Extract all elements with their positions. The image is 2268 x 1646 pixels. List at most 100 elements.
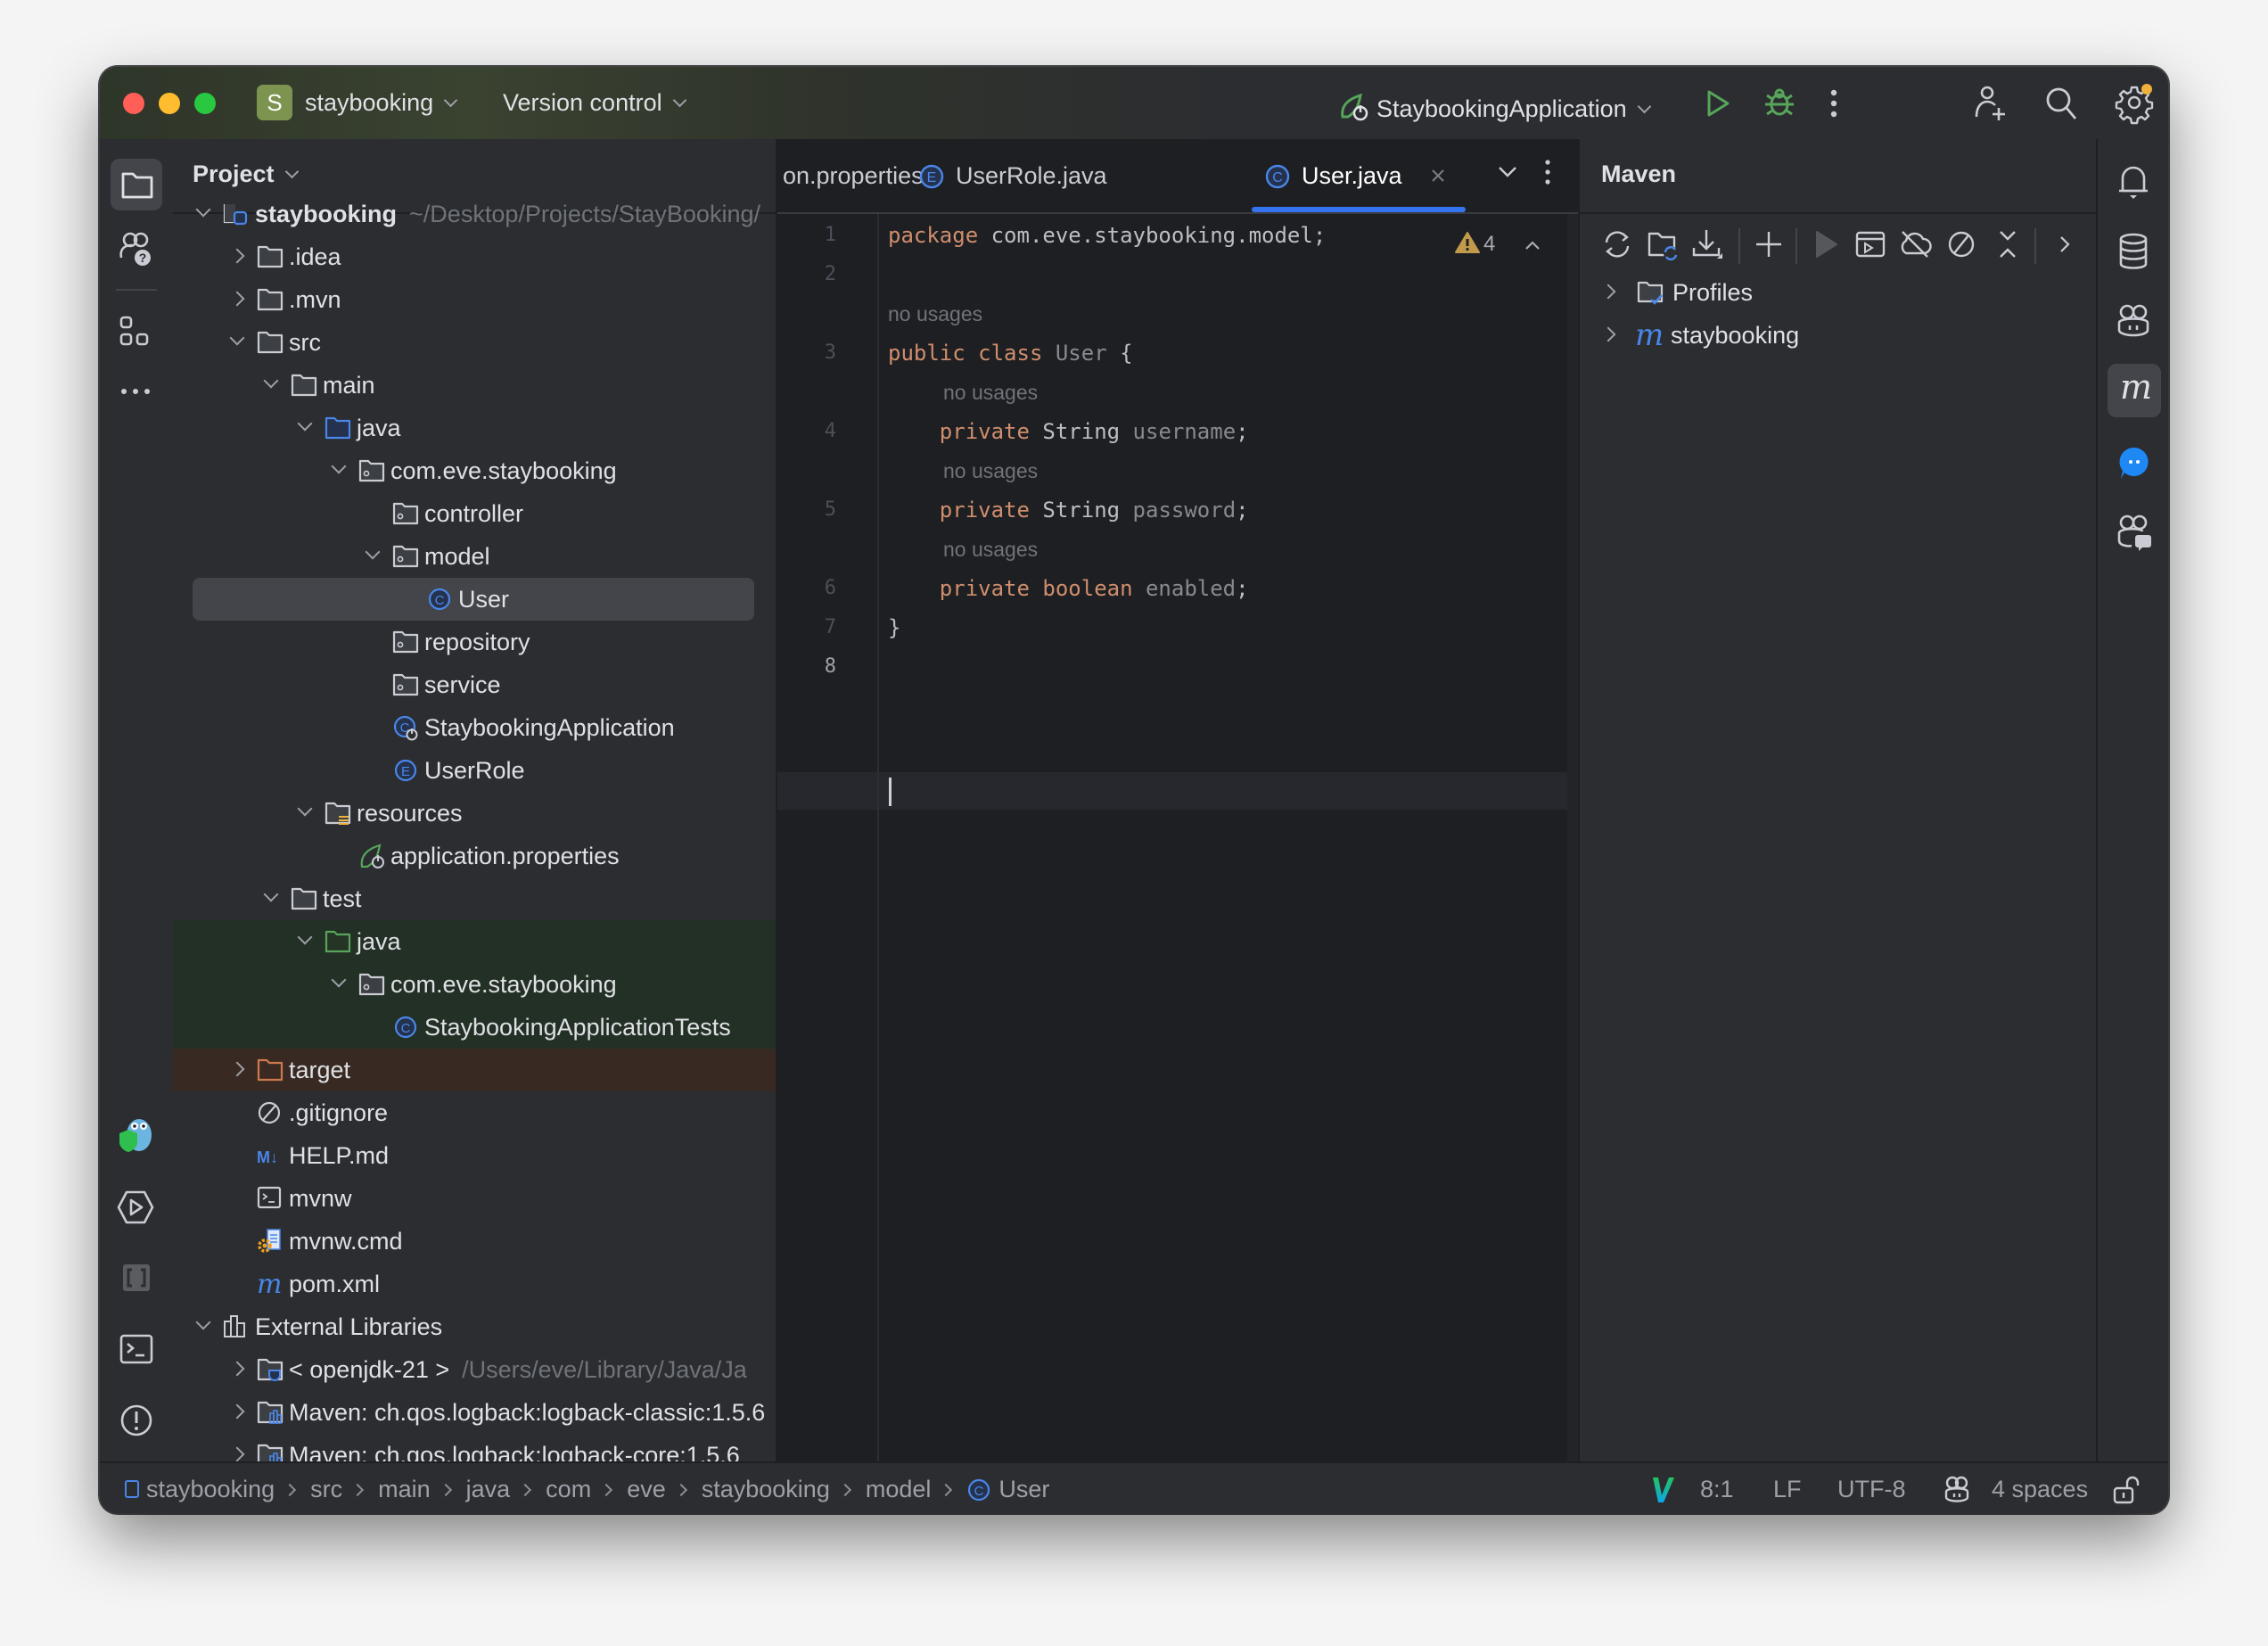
collapse-all-icon[interactable] (1990, 226, 2026, 262)
line-ending[interactable]: LF (1773, 1473, 1802, 1505)
database-icon[interactable] (2117, 232, 2149, 271)
tree-item[interactable]: com.eve.staybooking (173, 963, 776, 1006)
tree-item[interactable]: src (173, 321, 776, 364)
tree-item[interactable]: mvnw.cmd (173, 1220, 776, 1263)
tree-item[interactable]: Maven: ch.qos.logback:logback-core:1.5.6 (173, 1434, 776, 1461)
collapse-arrow-icon[interactable] (195, 1314, 211, 1330)
code-line[interactable]: package com.eve.staybooking.model; (888, 216, 1326, 255)
more-toolbar-chevron-icon[interactable] (2047, 226, 2083, 262)
collapse-arrow-icon[interactable] (263, 886, 279, 902)
tree-item[interactable]: mvnw (173, 1177, 776, 1220)
tree-item[interactable]: .gitignore (173, 1091, 776, 1134)
inspection-widget[interactable]: 4 (1455, 226, 1582, 262)
project-tool-button[interactable] (111, 159, 162, 210)
tree-item[interactable]: repository (173, 621, 776, 663)
expand-arrow-icon[interactable] (1600, 284, 1616, 300)
collapse-arrow-icon[interactable] (297, 929, 313, 945)
expand-arrow-icon[interactable] (229, 291, 245, 307)
tab-application-properties[interactable]: on.properties (783, 139, 924, 212)
breadcrumb-item[interactable]: staybooking (146, 1476, 275, 1502)
code-line[interactable]: private String username; (888, 412, 1249, 451)
settings-icon[interactable] (2115, 84, 2154, 125)
copilot-status-icon[interactable] (1943, 1476, 1970, 1504)
vcs-selector[interactable]: Version control (503, 86, 686, 119)
tree-item[interactable]: .mvn (173, 278, 776, 321)
tree-item[interactable]: m pom.xml (173, 1263, 776, 1305)
tree-item[interactable]: Maven: ch.qos.logback:logback-classic:1.… (173, 1391, 776, 1434)
collapse-arrow-icon[interactable] (331, 458, 347, 474)
tab-list-chevron-icon[interactable] (1498, 166, 1517, 178)
more-horizontal-icon[interactable] (119, 387, 152, 396)
expand-arrow-icon[interactable] (229, 248, 245, 264)
search-icon[interactable] (2045, 86, 2079, 120)
chat-icon[interactable] (2117, 446, 2151, 480)
file-encoding[interactable]: UTF-8 (1837, 1473, 1906, 1505)
collapse-arrow-icon[interactable] (229, 330, 245, 346)
tree-item[interactable]: com.eve.staybooking (173, 449, 776, 492)
tree-item[interactable]: resources (173, 792, 776, 835)
tree-item[interactable]: M↓ HELP.md (173, 1134, 776, 1177)
more-vertical-icon[interactable] (1829, 88, 1838, 119)
tree-item[interactable]: application.properties (173, 835, 776, 877)
maven-tree-item-profiles[interactable]: Profiles (1580, 271, 2097, 314)
maven-tree-item-staybooking[interactable]: m staybooking (1580, 314, 2097, 357)
tree-item[interactable]: main (173, 364, 776, 407)
tree-item[interactable]: < openjdk-21 > /Users/eve/Library/Java/Ja (173, 1348, 776, 1391)
collapse-arrow-icon[interactable] (263, 373, 279, 389)
skip-tests-icon[interactable] (1943, 226, 1979, 262)
cursor-position[interactable]: 8:1 (1700, 1473, 1734, 1505)
breadcrumb-item[interactable]: src (310, 1476, 342, 1502)
terminal-icon[interactable] (119, 1334, 153, 1364)
breadcrumb-item[interactable]: eve (627, 1476, 666, 1502)
collapse-arrow-icon[interactable] (195, 202, 211, 218)
reload-folder-icon[interactable] (1646, 226, 1681, 262)
execute-goal-icon[interactable] (1853, 226, 1888, 262)
bracket-icon[interactable] (122, 1263, 151, 1292)
unlock-icon[interactable] (2113, 1476, 2140, 1504)
no-usages-inlay-hint[interactable]: no usages (943, 451, 1038, 490)
vim-mode-icon[interactable] (1651, 1476, 1676, 1504)
code-line[interactable]: private boolean enabled; (888, 569, 1249, 608)
tree-item[interactable]: staybooking ~/Desktop/Projects/StayBookin… (173, 193, 776, 235)
breadcrumb-item[interactable]: staybooking (702, 1476, 830, 1502)
structure-icon[interactable] (119, 316, 150, 348)
reload-icon[interactable] (1599, 226, 1635, 262)
project-selector[interactable]: staybooking (305, 86, 458, 119)
expand-arrow-icon[interactable] (229, 1361, 245, 1377)
expand-arrow-icon[interactable] (229, 1061, 245, 1077)
tree-item[interactable]: C StaybookingApplicationTests (173, 1006, 776, 1049)
tab-user-java[interactable]: C User.java (1264, 139, 1446, 212)
tree-item[interactable]: service (173, 663, 776, 706)
collapse-arrow-icon[interactable] (297, 801, 313, 817)
problems-icon[interactable] (119, 1403, 153, 1437)
run-icon[interactable] (1705, 88, 1731, 119)
tree-item[interactable]: C StaybookingApplication (173, 706, 776, 749)
tab-userrole-java[interactable]: E UserRole.java (918, 139, 1107, 212)
add-icon[interactable] (1751, 226, 1787, 262)
no-usages-inlay-hint[interactable]: no usages (943, 373, 1038, 412)
offline-mode-icon[interactable] (1897, 226, 1933, 262)
run-config-selector[interactable]: StaybookingApplication (1339, 86, 1651, 125)
tree-item[interactable]: E UserRole (173, 749, 776, 792)
close-window-button[interactable] (123, 93, 144, 114)
notifications-icon[interactable] (2117, 162, 2149, 200)
tree-item[interactable]: .idea (173, 235, 776, 278)
project-panel-title[interactable]: Project (193, 160, 299, 188)
debug-icon[interactable] (1763, 86, 1796, 119)
tree-item[interactable]: C User (173, 578, 776, 621)
tree-item[interactable]: model (173, 535, 776, 578)
tree-item[interactable]: controller (173, 492, 776, 535)
indent-setting[interactable]: 4 spaces (1992, 1473, 2088, 1505)
tree-item[interactable]: target (173, 1049, 776, 1091)
add-user-icon[interactable] (1974, 85, 2008, 120)
previous-warning-icon[interactable] (1524, 240, 1541, 251)
no-usages-inlay-hint[interactable]: no usages (888, 294, 982, 333)
breadcrumb-item[interactable]: com (546, 1476, 591, 1502)
tree-item[interactable]: java (173, 407, 776, 449)
collapse-arrow-icon[interactable] (331, 972, 347, 988)
tree-item[interactable]: External Libraries (173, 1305, 776, 1348)
breadcrumb-item[interactable]: User (998, 1476, 1049, 1502)
code-line[interactable]: public class User { (888, 333, 1133, 373)
code-line[interactable]: private String password; (888, 490, 1249, 530)
gopher-security-icon[interactable] (118, 1115, 155, 1153)
